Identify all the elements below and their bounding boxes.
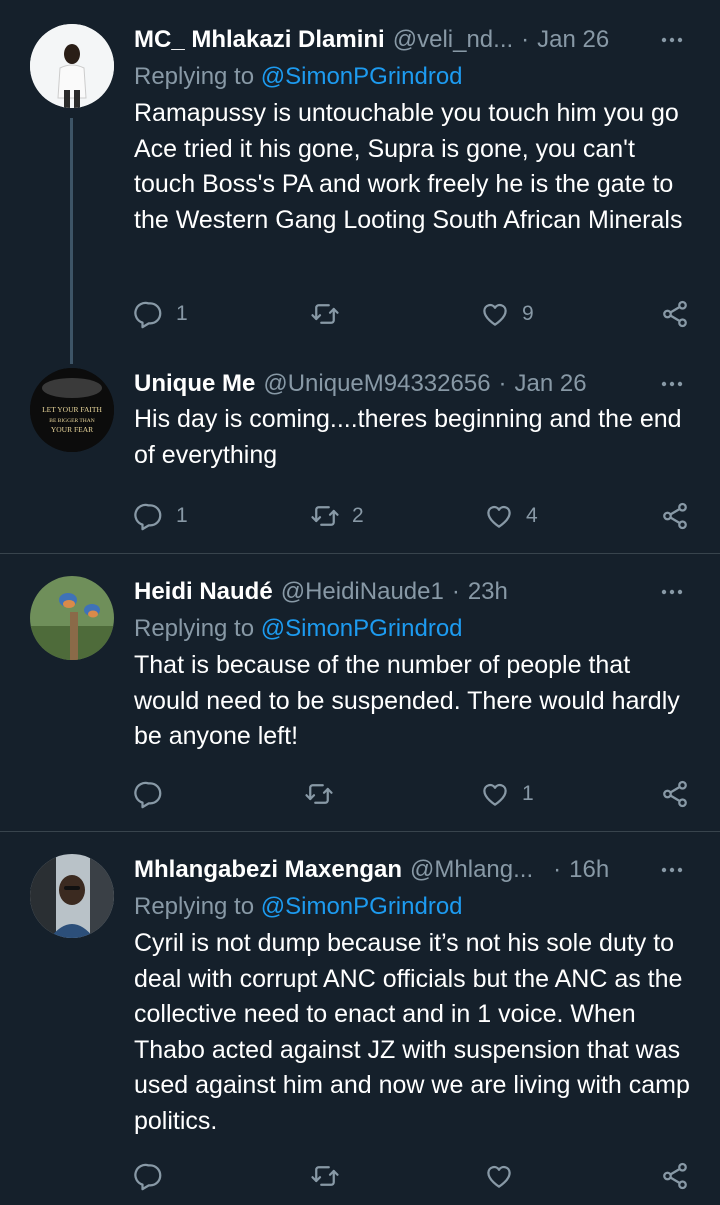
share-icon <box>660 779 690 809</box>
reply-button[interactable] <box>134 776 176 812</box>
reply-icon <box>134 1161 164 1191</box>
like-icon <box>484 501 514 531</box>
reply-button[interactable]: 1 <box>134 296 188 332</box>
like-icon <box>484 1161 514 1191</box>
thread-line <box>70 118 73 364</box>
dot-separator: · <box>553 856 562 883</box>
tweet-actions <box>134 1158 694 1194</box>
avatar-text: LET YOUR FAITH <box>42 405 102 414</box>
like-button[interactable]: 1 <box>480 776 534 812</box>
timestamp[interactable]: 16h <box>569 854 609 886</box>
timestamp[interactable]: Jan 26 <box>515 368 587 400</box>
tweet-text: His day is coming....theres beginning an… <box>134 405 682 469</box>
reply-button[interactable]: 1 <box>134 498 188 534</box>
replying-prefix: Replying to <box>134 893 261 920</box>
avatar[interactable] <box>30 576 114 660</box>
tweet[interactable]: Heidi Naudé @HeidiNaude1 · 23h Replying … <box>0 554 720 832</box>
avatar-text: BE BIGGER THAN <box>49 418 94 424</box>
author-handle[interactable]: @HeidiNaude1 <box>281 576 444 608</box>
tweet-text: Ramapussy is untouchable you touch him y… <box>134 99 683 234</box>
retweet-button[interactable] <box>310 1158 352 1194</box>
share-button[interactable] <box>660 776 690 812</box>
like-count: 4 <box>526 504 538 527</box>
mention-link[interactable]: @SimonPGrindrod <box>261 615 463 642</box>
author-name[interactable]: Mhlangabezi Maxengan <box>134 854 402 886</box>
author-handle[interactable]: @Mhlang... <box>410 854 533 886</box>
replying-to: Replying to @SimonPGrindrod <box>134 612 700 646</box>
tweet-text: That is because of the number of people … <box>134 651 680 750</box>
tweet-actions: 1 9 <box>134 296 694 332</box>
more-options-icon[interactable] <box>652 856 692 884</box>
tweet-actions: 1 <box>134 776 694 812</box>
mention-link[interactable]: @SimonPGrindrod <box>261 893 463 920</box>
like-icon <box>480 779 510 809</box>
retweet-icon <box>310 1161 340 1191</box>
retweet-button[interactable] <box>310 296 352 332</box>
dot-separator: · <box>498 370 507 397</box>
timestamp[interactable]: Jan 26 <box>537 24 609 56</box>
share-button[interactable] <box>660 1158 690 1194</box>
tweet-text: Cyril is not dump because it’s not his s… <box>134 929 690 1135</box>
tweet[interactable]: Mhlangabezi Maxengan @Mhlang... · 16h Re… <box>0 832 720 1204</box>
replying-prefix: Replying to <box>134 63 261 90</box>
reply-icon <box>134 779 164 809</box>
share-icon <box>660 501 690 531</box>
tweet[interactable]: MC_ Mhlakazi Dlamini @veli_nd... · Jan 2… <box>0 0 720 364</box>
author-handle[interactable]: @veli_nd... <box>393 24 513 56</box>
avatar-text: YOUR FEAR <box>51 425 93 434</box>
reply-icon <box>134 299 164 329</box>
author-name[interactable]: Unique Me <box>134 368 255 400</box>
retweet-icon <box>304 779 334 809</box>
like-count: 1 <box>522 782 534 805</box>
share-icon <box>660 299 690 329</box>
share-icon <box>660 1161 690 1191</box>
retweet-button[interactable]: 2 <box>310 498 364 534</box>
avatar[interactable] <box>30 24 114 108</box>
share-button[interactable] <box>660 498 690 534</box>
like-button[interactable]: 4 <box>484 498 538 534</box>
retweet-icon <box>310 501 340 531</box>
more-options-icon[interactable] <box>652 370 692 398</box>
like-icon <box>480 299 510 329</box>
author-name[interactable]: Heidi Naudé <box>134 576 273 608</box>
author-name[interactable]: MC_ Mhlakazi Dlamini <box>134 24 385 56</box>
like-button[interactable]: 9 <box>480 296 534 332</box>
more-options-icon[interactable] <box>652 578 692 606</box>
share-button[interactable] <box>660 296 690 332</box>
reply-button[interactable] <box>134 1158 176 1194</box>
retweet-icon <box>310 299 340 329</box>
dot-separator: · <box>521 26 530 53</box>
reply-icon <box>134 501 164 531</box>
replying-to: Replying to @SimonPGrindrod <box>134 60 700 94</box>
avatar[interactable]: LET YOUR FAITH BE BIGGER THAN YOUR FEAR <box>30 368 114 452</box>
reply-count: 1 <box>176 504 188 527</box>
replying-to: Replying to @SimonPGrindrod <box>134 890 700 924</box>
more-options-icon[interactable] <box>652 26 692 54</box>
like-count: 9 <box>522 302 534 325</box>
tweet[interactable]: LET YOUR FAITH BE BIGGER THAN YOUR FEAR … <box>0 362 720 554</box>
tweet-actions: 1 2 4 <box>134 498 694 534</box>
retweet-button[interactable] <box>304 776 346 812</box>
reply-count: 1 <box>176 302 188 325</box>
avatar[interactable] <box>30 854 114 938</box>
dot-separator: · <box>451 578 460 605</box>
replying-prefix: Replying to <box>134 615 261 642</box>
author-handle[interactable]: @UniqueM94332656 <box>263 368 490 400</box>
retweet-count: 2 <box>352 504 364 527</box>
timestamp[interactable]: 23h <box>468 576 508 608</box>
mention-link[interactable]: @SimonPGrindrod <box>261 63 463 90</box>
like-button[interactable] <box>484 1158 526 1194</box>
